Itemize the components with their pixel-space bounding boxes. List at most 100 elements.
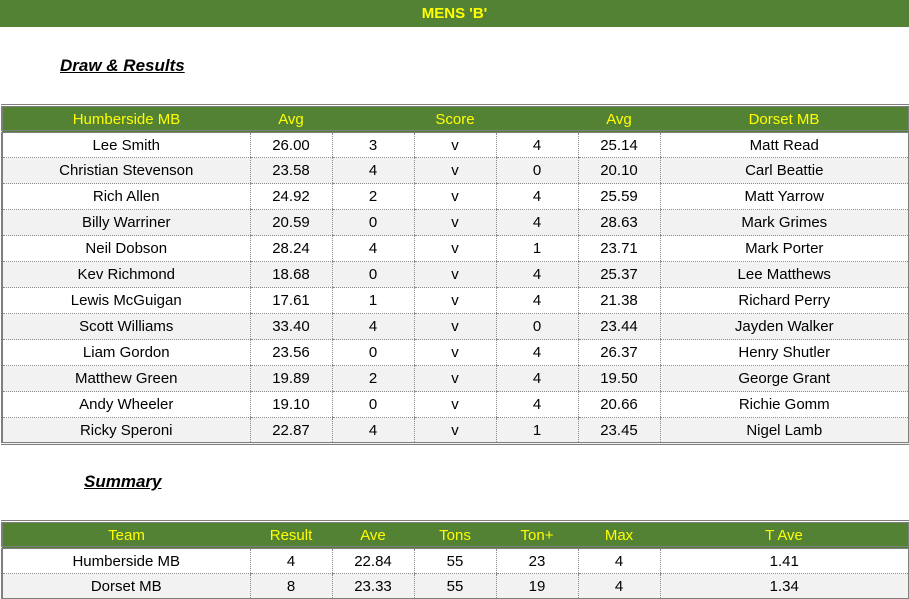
away-player: Nigel Lamb	[659, 417, 909, 444]
versus-label: v	[413, 183, 496, 210]
home-average: 19.89	[249, 365, 332, 392]
match-row: Andy Wheeler 19.10 0 v 4 20.66 Richie Gomm	[2, 391, 909, 418]
home-score: 4	[331, 313, 414, 340]
summary-header-team: Team	[108, 527, 145, 544]
versus-label: v	[413, 417, 496, 444]
away-average: 26.37	[577, 339, 660, 366]
home-player: Christian Stevenson	[2, 157, 250, 184]
home-player: Matthew Green	[2, 365, 250, 392]
home-average: 33.40	[249, 313, 332, 340]
home-score: 4	[331, 235, 414, 262]
match-row: Liam Gordon 23.56 0 v 4 26.37 Henry Shutler	[2, 339, 909, 366]
header-score: Score	[435, 111, 475, 128]
versus-label: v	[413, 131, 496, 158]
away-average: 25.14	[577, 131, 660, 158]
home-score: 0	[331, 339, 414, 366]
match-row: Christian Stevenson 23.58 4 v 0 20.10 Carl Bea…	[2, 157, 909, 184]
draw-results-heading: Draw & Results	[60, 56, 185, 75]
average: 22.84	[331, 547, 414, 574]
summary-header-row: Team Result Ave Tons Ton+ Max T Ave	[2, 521, 909, 548]
summary-header-max: Max	[604, 527, 634, 544]
draw-header-row: Humberside MB Avg Score Avg Dorset MB	[2, 105, 909, 132]
away-average: 25.37	[577, 261, 660, 288]
away-average: 23.44	[577, 313, 660, 340]
home-average: 20.59	[249, 209, 332, 236]
home-average: 28.24	[249, 235, 332, 262]
away-player: Matt Yarrow	[659, 183, 909, 210]
versus-label: v	[413, 365, 496, 392]
away-player: Carl Beattie	[659, 157, 909, 184]
away-score: 4	[495, 183, 578, 210]
home-average: 22.87	[249, 417, 332, 444]
home-average: 23.58	[249, 157, 332, 184]
team-name: Dorset MB	[2, 573, 250, 599]
home-player: Kev Richmond	[2, 261, 250, 288]
team-name: Humberside MB	[2, 547, 250, 574]
away-player: Richard Perry	[659, 287, 909, 314]
versus-label: v	[413, 261, 496, 288]
away-score: 4	[495, 391, 578, 418]
max: 4	[577, 573, 660, 599]
match-row: Rich Allen 24.92 2 v 4 25.59 Matt Yarrow	[2, 183, 909, 210]
away-average: 23.71	[577, 235, 660, 262]
home-player: Liam Gordon	[2, 339, 250, 366]
page-title: MENS 'B'	[0, 0, 909, 27]
home-average: 24.92	[249, 183, 332, 210]
match-row: Ricky Speroni 22.87 4 v 1 23.45 Nigel Lamb	[2, 417, 909, 444]
summary-table: Team Result Ave Tons Ton+ Max T Ave Humb…	[1, 520, 909, 599]
home-score: 2	[331, 183, 414, 210]
match-row: Matthew Green 19.89 2 v 4 19.50 George Grant	[2, 365, 909, 392]
versus-label: v	[413, 391, 496, 418]
tons-average: 1.41	[659, 547, 909, 574]
home-score: 4	[331, 157, 414, 184]
header-home-avg: Avg	[278, 111, 304, 128]
away-average: 23.45	[577, 417, 660, 444]
away-average: 20.66	[577, 391, 660, 418]
away-player: Jayden Walker	[659, 313, 909, 340]
away-player: Richie Gomm	[659, 391, 909, 418]
match-row: Lewis McGuigan 17.61 1 v 4 21.38 Richard Perry	[2, 287, 909, 314]
summary-header-result: Result	[269, 527, 313, 544]
match-row: Neil Dobson 28.24 4 v 1 23.71 Mark Porter	[2, 235, 909, 262]
away-score: 4	[495, 209, 578, 236]
summary-header-ave: Ave	[360, 527, 386, 544]
away-player: Henry Shutler	[659, 339, 909, 366]
max: 4	[577, 547, 660, 574]
home-player: Billy Warriner	[2, 209, 250, 236]
home-player: Scott Williams	[2, 313, 250, 340]
away-score: 1	[495, 235, 578, 262]
home-score: 2	[331, 365, 414, 392]
away-score: 0	[495, 157, 578, 184]
header-home-team: Humberside MB	[72, 111, 181, 128]
result: 8	[249, 573, 332, 599]
away-player: Mark Grimes	[659, 209, 909, 236]
tons-average: 1.34	[659, 573, 909, 599]
draw-results-table: Humberside MB Avg Score Avg Dorset MB Le…	[1, 104, 909, 445]
home-average: 26.00	[249, 131, 332, 158]
away-average: 19.50	[577, 365, 660, 392]
versus-label: v	[413, 235, 496, 262]
summary-row: Humberside MB 4 22.84 55 23 4 1.41	[2, 547, 909, 574]
match-row: Lee Smith 26.00 3 v 4 25.14 Matt Read	[2, 131, 909, 158]
home-player: Neil Dobson	[2, 235, 250, 262]
away-score: 4	[495, 261, 578, 288]
home-player: Lee Smith	[2, 131, 250, 158]
tons: 55	[413, 573, 496, 599]
away-average: 20.10	[577, 157, 660, 184]
tons: 55	[413, 547, 496, 574]
away-average: 28.63	[577, 209, 660, 236]
home-average: 17.61	[249, 287, 332, 314]
home-score: 4	[331, 417, 414, 444]
versus-label: v	[413, 339, 496, 366]
header-away-team: Dorset MB	[748, 111, 820, 128]
summary-header-ton-plus: Ton+	[520, 527, 554, 544]
versus-label: v	[413, 209, 496, 236]
away-average: 21.38	[577, 287, 660, 314]
match-row: Billy Warriner 20.59 0 v 4 28.63 Mark Grimes	[2, 209, 909, 236]
away-score: 4	[495, 287, 578, 314]
average: 23.33	[331, 573, 414, 599]
summary-header-t-ave: T Ave	[765, 527, 803, 544]
away-score: 4	[495, 131, 578, 158]
away-player: Mark Porter	[659, 235, 909, 262]
home-score: 3	[331, 131, 414, 158]
